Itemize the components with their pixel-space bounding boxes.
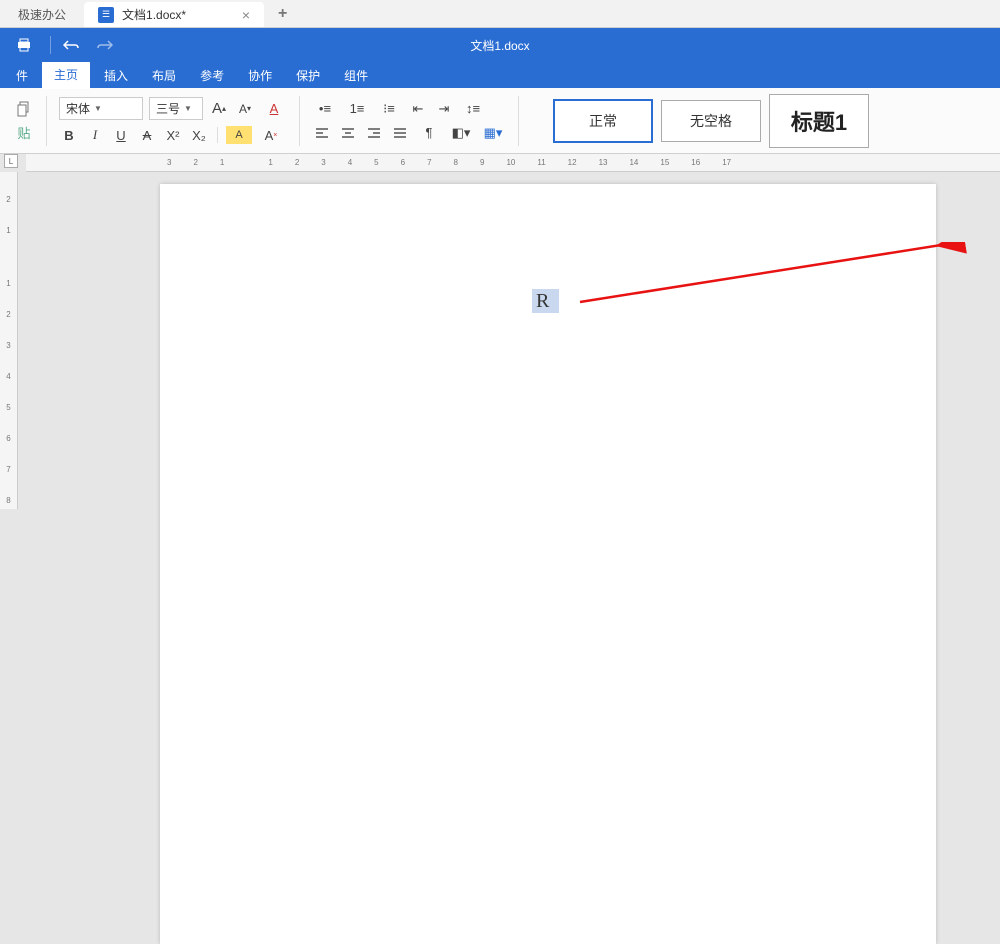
grow-font-icon[interactable]: A▴	[209, 100, 229, 118]
print-icon[interactable]	[10, 33, 38, 57]
highlight-icon[interactable]: A	[226, 126, 252, 144]
copy-icon[interactable]	[14, 100, 34, 118]
increase-indent-icon[interactable]: ⇥	[434, 100, 454, 118]
document-title: 文档1.docx	[470, 37, 529, 54]
separator	[217, 127, 218, 143]
shrink-font-icon[interactable]: A▾	[235, 100, 255, 118]
separator	[299, 96, 300, 146]
tab-stop-indicator[interactable]: L	[4, 154, 18, 168]
multilevel-list-icon[interactable]: ⁝≡	[376, 100, 402, 118]
font-color-icon[interactable]: A	[261, 100, 287, 118]
document-content[interactable]: R	[532, 290, 559, 313]
selected-text[interactable]: R	[532, 289, 559, 313]
menu-references[interactable]: 参考	[190, 63, 234, 88]
shading-icon[interactable]: ◧▾	[448, 124, 474, 142]
clipboard-group: 贴	[6, 94, 42, 148]
pilcrow-icon[interactable]: ¶	[416, 124, 442, 142]
undo-icon[interactable]	[57, 33, 85, 57]
menu-file[interactable]: 件	[6, 63, 38, 88]
italic-button[interactable]: I	[85, 126, 105, 144]
numbering-icon[interactable]: 1≡	[344, 100, 370, 118]
merge-icon[interactable]: ▦▾	[480, 124, 506, 142]
font-name-value: 宋体	[66, 100, 90, 117]
menu-layout[interactable]: 布局	[142, 63, 186, 88]
menu-collaborate[interactable]: 协作	[238, 63, 282, 88]
separator	[50, 36, 51, 54]
align-justify-icon[interactable]	[390, 124, 410, 142]
redo-icon[interactable]	[91, 33, 119, 57]
font-size-select[interactable]: 三号 ▼	[149, 97, 203, 120]
document-workspace: L 3211234567891011121314151617 211234567…	[0, 154, 1000, 509]
separator	[518, 96, 519, 146]
horizontal-ruler[interactable]: 3211234567891011121314151617	[26, 154, 1000, 172]
paragraph-group: •≡ 1≡ ⁝≡ ⇤ ⇥ ↕≡ ¶ ◧▾ ▦▾	[304, 94, 514, 148]
menu-home[interactable]: 主页	[42, 61, 90, 89]
align-right-icon[interactable]	[364, 124, 384, 142]
close-tab-icon[interactable]: ×	[242, 7, 250, 23]
chevron-down-icon: ▼	[184, 104, 192, 113]
new-tab-button[interactable]: +	[264, 1, 301, 27]
font-size-value: 三号	[156, 100, 180, 117]
paste-icon[interactable]: 贴	[14, 124, 34, 142]
annotation-arrow	[560, 242, 980, 332]
style-nospace[interactable]: 无空格	[661, 100, 761, 142]
title-bar: 文档1.docx	[0, 28, 1000, 62]
underline-button[interactable]: U	[111, 126, 131, 144]
app-name-tab[interactable]: 极速办公	[0, 2, 84, 27]
ribbon-toolbar: 贴 宋体 ▼ 三号 ▼ A▴ A▾ A B I U A X² X₂ A A× •≡ …	[0, 88, 1000, 154]
align-center-icon[interactable]	[338, 124, 358, 142]
menu-insert[interactable]: 插入	[94, 63, 138, 88]
line-spacing-icon[interactable]: ↕≡	[460, 100, 486, 118]
menu-plugins[interactable]: 组件	[334, 63, 378, 88]
decrease-indent-icon[interactable]: ⇤	[408, 100, 428, 118]
style-heading1[interactable]: 标题1	[769, 94, 869, 148]
window-tabs-bar: 极速办公 ☰ 文档1.docx* × +	[0, 0, 1000, 28]
separator	[46, 96, 47, 146]
subscript-button[interactable]: X₂	[189, 126, 209, 144]
bullets-icon[interactable]: •≡	[312, 100, 338, 118]
clear-format-icon[interactable]: A×	[258, 126, 284, 144]
strikethrough-button[interactable]: A	[137, 126, 157, 144]
font-group: 宋体 ▼ 三号 ▼ A▴ A▾ A B I U A X² X₂ A A×	[51, 94, 295, 148]
menu-protect[interactable]: 保护	[286, 63, 330, 88]
font-name-select[interactable]: 宋体 ▼	[59, 97, 143, 120]
document-page[interactable]: R	[160, 184, 936, 944]
document-tab[interactable]: ☰ 文档1.docx* ×	[84, 2, 264, 27]
align-left-icon[interactable]	[312, 124, 332, 142]
document-tab-label: 文档1.docx*	[122, 6, 186, 23]
menu-bar: 件 主页 插入 布局 参考 协作 保护 组件	[0, 62, 1000, 88]
bold-button[interactable]: B	[59, 126, 79, 144]
superscript-button[interactable]: X²	[163, 126, 183, 144]
chevron-down-icon: ▼	[94, 104, 102, 113]
doc-icon: ☰	[98, 7, 114, 23]
style-normal[interactable]: 正常	[553, 99, 653, 143]
vertical-ruler[interactable]: 2112345678	[0, 172, 18, 509]
